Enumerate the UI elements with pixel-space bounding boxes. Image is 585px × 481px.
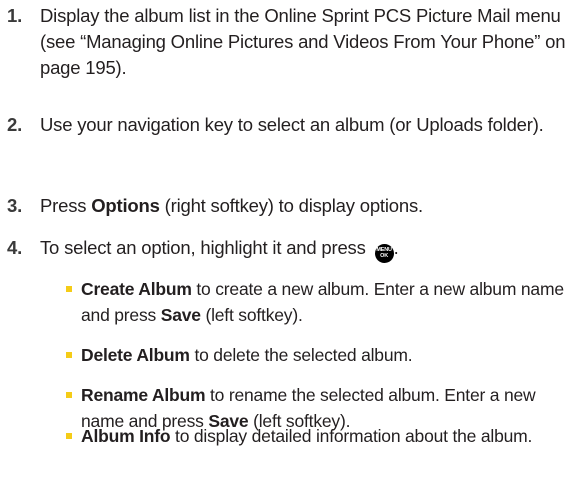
menu-ok-key-icon: MENU OK xyxy=(374,244,394,263)
step-text: Use your navigation key to select an alb… xyxy=(40,114,544,135)
option-name: Delete Album xyxy=(81,345,190,365)
option-desc-end: (left softkey). xyxy=(200,305,303,325)
option-name: Album Info xyxy=(81,426,171,446)
square-bullet-icon xyxy=(66,286,72,292)
option-text: Create Album to create a new album. Ente… xyxy=(81,276,581,328)
square-bullet-icon xyxy=(66,433,72,439)
step-text-post: (right softkey) to display options. xyxy=(159,195,423,216)
step-text-pre: To select an option, highlight it and pr… xyxy=(40,237,371,258)
step-text: To select an option, highlight it and pr… xyxy=(40,235,580,263)
step-number: 1. xyxy=(7,5,23,26)
step-number: 2. xyxy=(7,114,23,135)
options-softkey-label: Options xyxy=(91,195,160,216)
option-name: Create Album xyxy=(81,279,192,299)
manual-page: 1. Display the album list in the Online … xyxy=(0,0,585,481)
square-bullet-icon xyxy=(66,352,72,358)
option-text: Delete Album to delete the selected albu… xyxy=(81,342,581,368)
step-text-post: . xyxy=(393,237,399,258)
step-text-pre: Press xyxy=(40,195,92,216)
key-bottom-label: OK xyxy=(380,253,388,259)
square-bullet-icon xyxy=(66,392,72,398)
step-number: 3. xyxy=(7,195,23,216)
step-text: Press Options (right softkey) to display… xyxy=(40,193,580,219)
option-name: Rename Album xyxy=(81,385,206,405)
option-desc: to delete the selected album. xyxy=(189,345,413,365)
step-text: Display the album list in the Online Spr… xyxy=(40,5,566,78)
option-desc: to display detailed information about th… xyxy=(170,426,533,446)
option-text: Album Info to display detailed informati… xyxy=(81,423,581,449)
save-softkey-label: Save xyxy=(160,305,201,325)
step-number: 4. xyxy=(7,237,23,258)
